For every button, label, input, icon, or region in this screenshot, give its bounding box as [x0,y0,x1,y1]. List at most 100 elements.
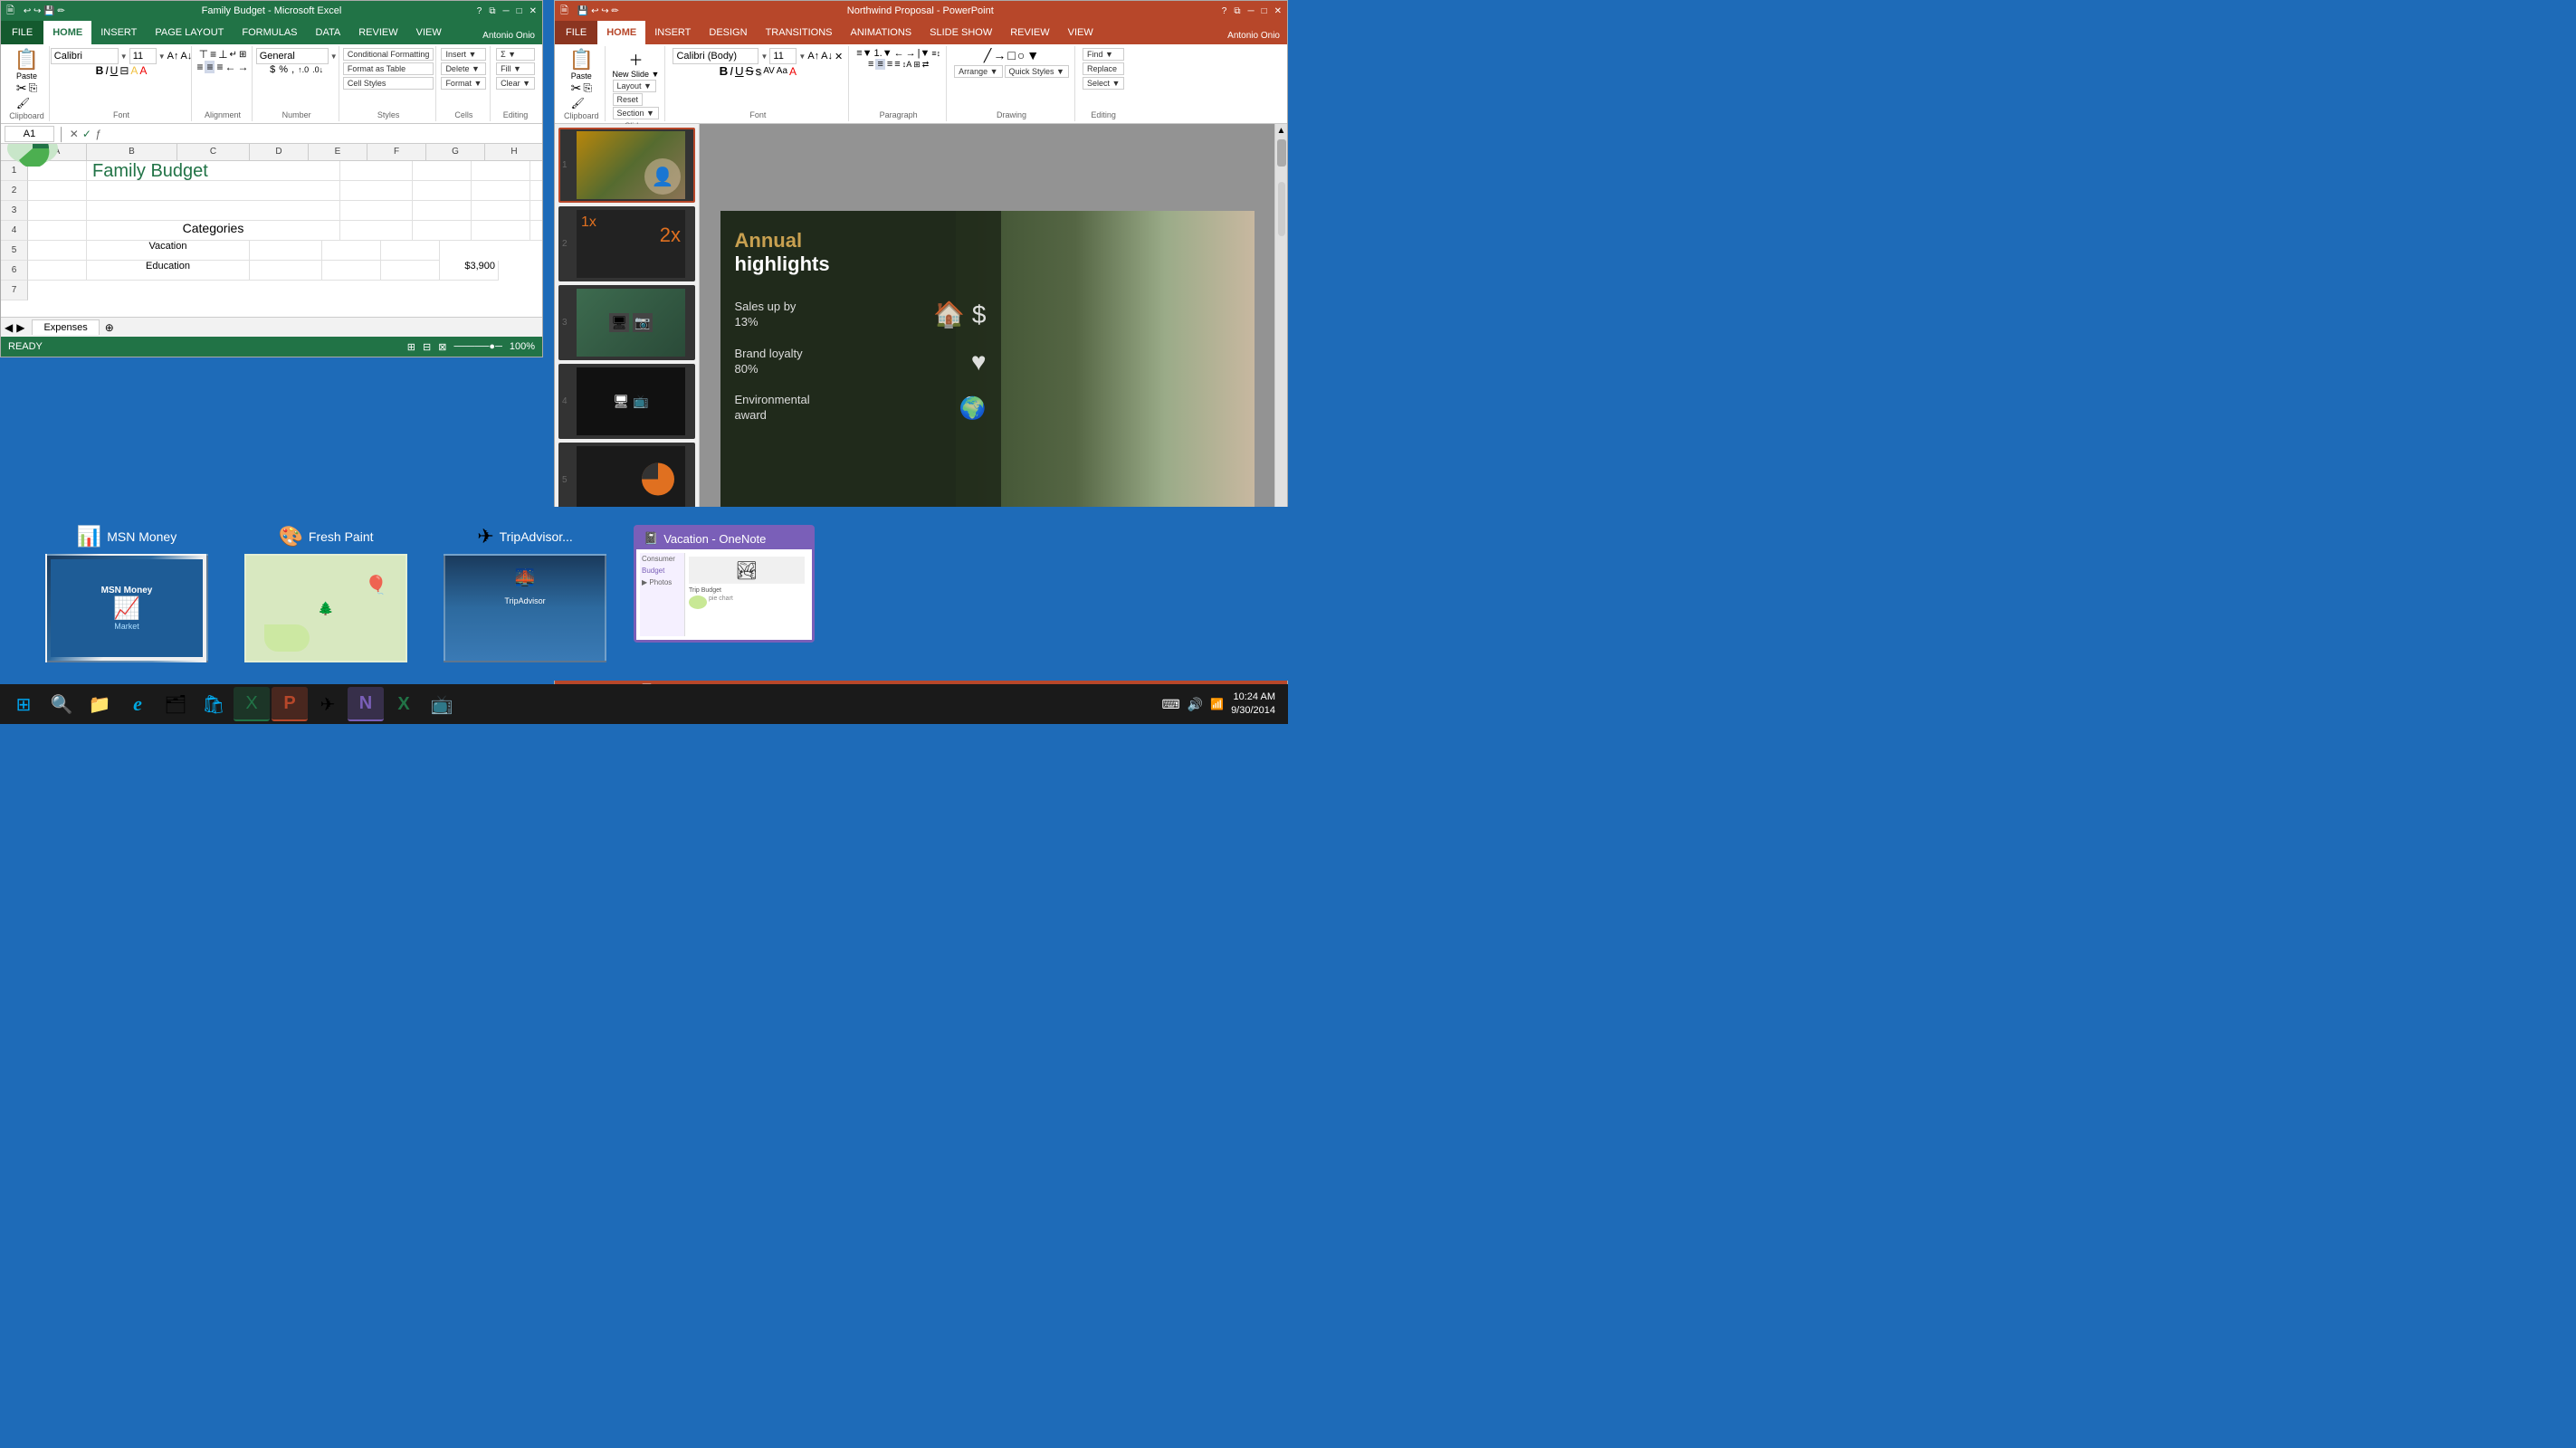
onenote-window-thumb[interactable]: 📓 Vacation - OneNote Consumer Budget ▶ P… [634,525,815,643]
fill-color-icon[interactable]: A [130,64,138,77]
ppt-quick-styles-button[interactable]: Quick Styles ▼ [1005,65,1069,78]
taskbar-excel2-button[interactable]: X [386,687,422,721]
cell-c1[interactable] [340,161,413,181]
ppt-align-center-icon[interactable]: ≡ [875,59,884,70]
border-icon[interactable]: ⊟ [119,64,129,77]
cell-b4[interactable]: Categories [87,221,340,241]
taskbar-search-button[interactable]: 🔍 [43,687,80,721]
excel-tab-page-layout[interactable]: PAGE LAYOUT [146,21,233,44]
ppt-maximize-icon[interactable]: □ [1262,6,1267,16]
section-button[interactable]: Section ▼ [613,107,659,119]
cell-b5[interactable]: Vacation [87,241,250,261]
cell-f2[interactable] [530,181,542,201]
ppt-font-shrink-icon[interactable]: A↓ [821,51,833,62]
col-header-b[interactable]: B [87,144,177,160]
ppt-paste-button[interactable]: 📋 Paste [569,48,594,81]
dec-increase-icon[interactable]: ↑.0 [298,65,309,74]
app-card-msn-money[interactable]: 📊 MSN Money MSN Money 📈 Market [36,525,217,662]
excel-quick-access[interactable]: ↩ ↪ 💾 ✏ [24,6,65,16]
confirm-formula-icon[interactable]: ✓ [82,128,91,140]
cell-a6[interactable] [28,261,87,281]
ppt-justify-icon[interactable]: ≡ [894,59,900,70]
cell-styles-button[interactable]: Cell Styles [343,77,434,90]
ppt-replace-button[interactable]: Replace [1083,62,1124,75]
taskbar-tripadvisor-button[interactable]: ✈ [310,687,346,721]
col-header-g[interactable]: G [426,144,485,160]
cell-b3[interactable] [87,201,340,221]
fill-button[interactable]: Fill ▼ [496,62,535,75]
ppt-indent-decrease-icon[interactable]: ← [894,48,904,59]
ppt-quick-access[interactable]: 💾 ↩ ↪ ✏ [577,6,619,16]
excel-tab-home[interactable]: HOME [43,21,91,44]
excel-tab-review[interactable]: REVIEW [349,21,406,44]
format-as-table-button[interactable]: Format as Table [343,62,434,75]
cell-e6[interactable] [381,261,440,281]
shape-line-icon[interactable]: ╱ [984,48,991,63]
bold-button[interactable]: B [96,64,104,77]
col-header-c[interactable]: C [177,144,250,160]
shape-oval-icon[interactable]: ○ [1017,48,1025,63]
ppt-strikethrough-button[interactable]: S [746,64,754,78]
cell-b6[interactable]: Education [87,261,250,281]
slide-thumb-3[interactable]: 3 🖥 📷 [558,285,695,360]
font-name-input[interactable] [51,48,119,64]
insert-cells-button[interactable]: Insert ▼ [441,48,486,61]
ppt-align-right-icon[interactable]: ≡ [887,59,892,70]
ppt-copy-icon[interactable]: ⎘ [583,81,592,95]
ppt-line-spacing-icon[interactable]: ≡↕ [931,49,940,58]
taskbar-files-button[interactable]: 🗂 [157,687,194,721]
delete-cells-button[interactable]: Delete ▼ [441,62,486,75]
percent-icon[interactable]: $ [270,64,275,75]
autosum-button[interactable]: Σ ▼ [496,48,535,61]
col-header-f[interactable]: F [367,144,426,160]
ppt-smart-art-icon[interactable]: ⊞ [913,60,921,70]
reset-button[interactable]: Reset [613,93,644,106]
ppt-shadow-button[interactable]: s [756,64,762,78]
zoom-slider[interactable]: ─────●─ [453,341,501,352]
cell-d6[interactable] [322,261,381,281]
format-cells-button[interactable]: Format ▼ [441,77,486,90]
cell-reference-box[interactable] [5,126,54,142]
font-size-input[interactable] [129,48,157,64]
ppt-indent-increase-icon[interactable]: → [906,48,916,59]
font-dropdown-arrow[interactable]: ▼ [120,52,128,61]
app-card-fresh-paint[interactable]: 🎨 Fresh Paint 🌲 🎈 [235,525,416,662]
cell-e4[interactable] [472,221,530,241]
help-icon[interactable]: ? [477,6,482,16]
ppt-change-case-icon[interactable]: Aa [777,66,787,76]
cell-b2[interactable] [87,181,340,201]
cell-f5[interactable] [381,241,440,261]
slide-thumb-1[interactable]: 1 👤 [558,128,695,203]
dec-decrease-icon[interactable]: .0↓ [312,65,323,74]
cell-a5[interactable] [28,241,87,261]
cell-c3[interactable] [340,201,413,221]
page-break-view-icon[interactable]: ⊠ [438,341,446,353]
ppt-column-icon[interactable]: |▼ [918,48,930,59]
ppt-window-controls[interactable]: ? ⧉ ─ □ ✕ [1222,6,1282,16]
ppt-font-spacing-icon[interactable]: AV [763,66,775,76]
insert-function-icon[interactable]: ƒ [95,128,101,140]
minimize-icon[interactable]: ─ [502,6,509,16]
cell-c6[interactable] [250,261,322,281]
cell-f6[interactable]: $3,900 [440,261,499,281]
align-right-icon[interactable]: ≡ [216,61,223,73]
ppt-tab-animations[interactable]: ANIMATIONS [842,21,921,44]
slide-thumb-2[interactable]: 2 1x 2x [558,206,695,281]
excel-window-controls[interactable]: ? ⧉ ─ □ ✕ [477,6,537,16]
excel-tab-insert[interactable]: INSERT [91,21,146,44]
number-format-input[interactable] [256,48,329,64]
indent-decrease-icon[interactable]: ← [225,61,236,73]
ppt-align-left-icon[interactable]: ≡ [868,59,873,70]
restore-icon[interactable]: ⧉ [489,6,495,16]
sheet-tab-expenses[interactable]: Expenses [32,319,99,335]
comma-icon[interactable]: % [279,64,288,75]
ppt-find-button[interactable]: Find ▼ [1083,48,1124,61]
indent-increase-icon[interactable]: → [238,61,249,73]
font-size-dropdown-arrow[interactable]: ▼ [158,52,166,61]
cell-c2[interactable] [340,181,413,201]
ppt-font-grow-icon[interactable]: A↑ [807,51,819,62]
cell-e1[interactable] [472,161,530,181]
taskbar-speaker-icon[interactable]: 🔊 [1188,697,1203,712]
ppt-help-icon[interactable]: ? [1222,6,1227,16]
ppt-tab-review[interactable]: REVIEW [1001,21,1058,44]
